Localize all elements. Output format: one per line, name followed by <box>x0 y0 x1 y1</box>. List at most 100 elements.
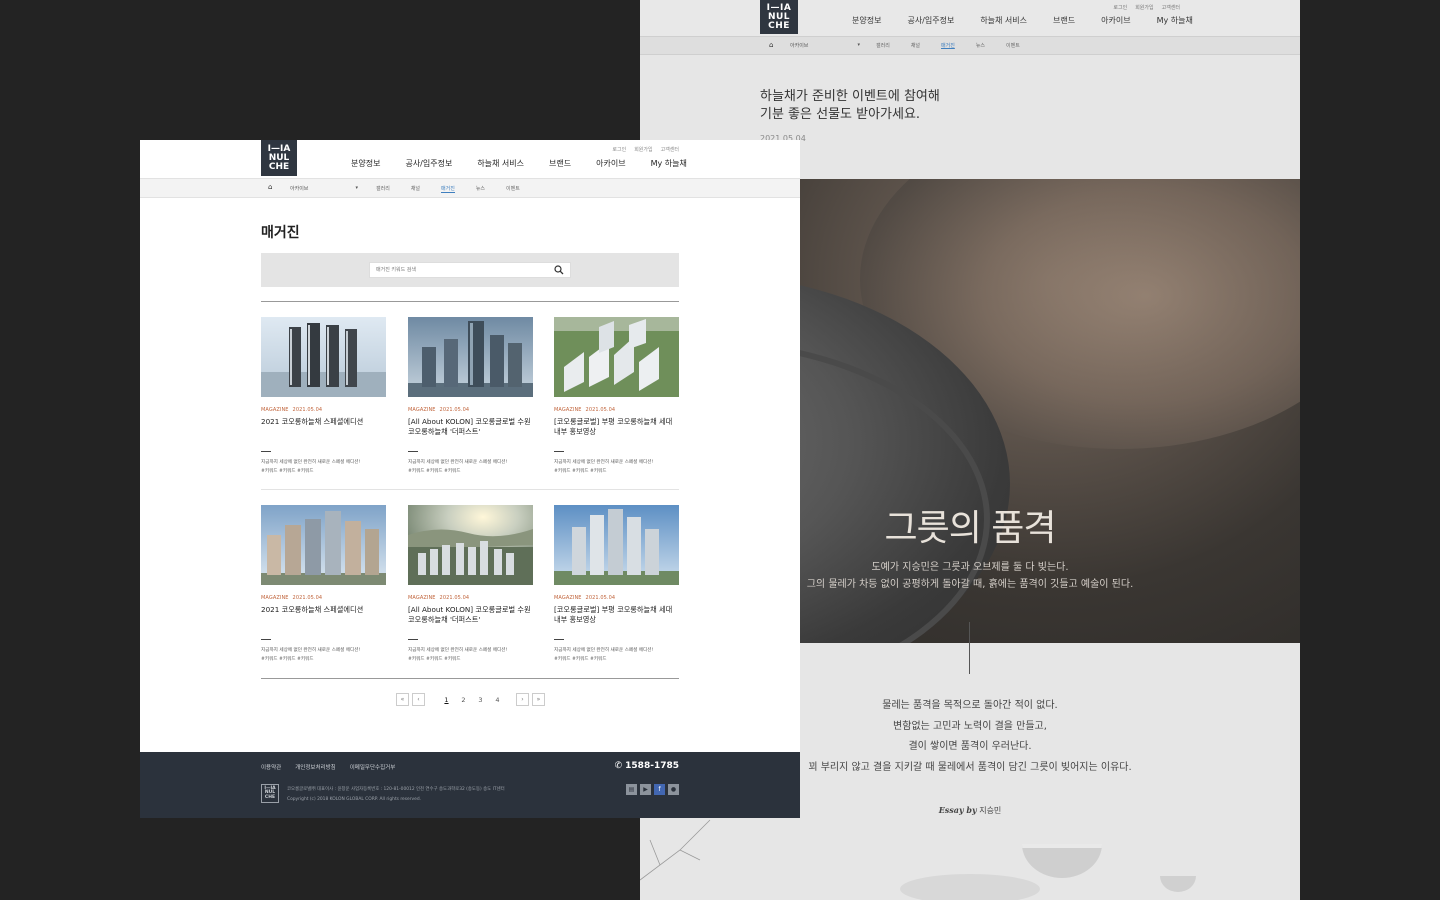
magazine-card[interactable]: MAGAZINE 2021.05.04 2021 코오롱하늘채 스페셜에디션 지금… <box>261 317 386 476</box>
card-thumbnail[interactable] <box>554 317 679 397</box>
magazine-card[interactable]: MAGAZINE 2021.05.04 [All About KOLON] 코오롱… <box>408 505 533 664</box>
section-select-value: 아카이브 <box>790 43 809 49</box>
card-category: MAGAZINE <box>261 407 289 413</box>
nav-item[interactable]: 분양정보 <box>852 15 881 26</box>
facebook-icon[interactable]: f <box>654 784 665 795</box>
magazine-card[interactable]: MAGAZINE 2021.05.04 2021 코오롱하늘채 스페셜에디션 지금… <box>261 505 386 664</box>
page-number[interactable]: 4 <box>489 696 506 704</box>
nav-item-brand[interactable]: 브랜드 <box>549 158 571 169</box>
signup-link[interactable]: 회원가입 <box>1135 4 1153 11</box>
nav-item[interactable]: 하늘채 서비스 <box>980 15 1027 26</box>
card-title[interactable]: [All About KOLON] 코오롱글로벌 수원 코오롱하늘채 '더퍼스트… <box>408 417 533 445</box>
signup-link[interactable]: 회원가입 <box>634 146 652 153</box>
card-divider <box>408 451 418 452</box>
card-category: MAGAZINE <box>554 595 582 601</box>
card-title[interactable]: [코오롱글로벌] 부평 코오롱하늘채 세대 내부 홍보영상 <box>554 417 679 445</box>
card-thumbnail[interactable] <box>554 505 679 585</box>
prev-page-button[interactable]: ‹ <box>412 693 425 706</box>
home-icon[interactable]: ⌂ <box>769 41 773 49</box>
sub-tab-event[interactable]: 이벤트 <box>506 185 520 193</box>
page-number[interactable]: 2 <box>455 696 472 704</box>
support-link[interactable]: 고객센터 <box>661 146 679 153</box>
home-icon[interactable]: ⌂ <box>268 183 272 191</box>
youtube-icon[interactable]: ▶ <box>640 784 651 795</box>
sub-tab-gallery[interactable]: 갤러리 <box>876 42 890 49</box>
terms-link[interactable]: 이용약관 <box>261 763 281 771</box>
card-meta: MAGAZINE 2021.05.04 <box>554 595 679 601</box>
logo-line: CHE <box>268 161 290 172</box>
page-number[interactable]: 3 <box>472 696 489 704</box>
sub-tab-channel[interactable]: 채널 <box>911 42 920 49</box>
card-meta: MAGAZINE 2021.05.04 <box>554 407 679 413</box>
logo-line: CHE <box>768 20 790 31</box>
login-link[interactable]: 로그인 <box>1113 4 1127 11</box>
card-thumbnail[interactable] <box>408 505 533 585</box>
nav-item-service[interactable]: 하늘채 서비스 <box>477 158 524 169</box>
card-meta: MAGAZINE 2021.05.04 <box>408 407 533 413</box>
sub-nav: ⌂ 아카이브 ▾ 갤러리 채널 매거진 뉴스 이벤트 <box>140 178 800 198</box>
sub-tab-news[interactable]: 뉴스 <box>476 185 485 193</box>
customer-phone: ✆ 1588-1785 <box>615 761 679 771</box>
blog-icon[interactable]: ▤ <box>626 784 637 795</box>
section-select[interactable]: 아카이브 ▾ <box>790 42 860 49</box>
first-page-button[interactable]: « <box>396 693 409 706</box>
next-page-button[interactable]: › <box>516 693 529 706</box>
cup-shape <box>1160 876 1196 892</box>
caret-down-icon: ▾ <box>355 185 358 191</box>
nav-item[interactable]: 아카이브 <box>1101 15 1130 26</box>
search-input[interactable] <box>369 262 571 278</box>
card-desc: 지금까지 세상에 없던 완전히 새로운 스페셜 에디션! #키워드 #키워드 #… <box>261 646 386 664</box>
row-divider <box>261 489 679 490</box>
kakao-icon[interactable]: ● <box>668 784 679 795</box>
sub-tab-news[interactable]: 뉴스 <box>976 42 985 49</box>
list-top-rule <box>261 301 679 302</box>
sub-tab-gallery[interactable]: 갤러리 <box>376 185 390 193</box>
nav-item-construction[interactable]: 공사/입주정보 <box>405 158 452 169</box>
support-link[interactable]: 고객센터 <box>1162 4 1180 11</box>
privacy-link[interactable]: 개인정보처리방침 <box>295 763 335 771</box>
sub-tab-event[interactable]: 이벤트 <box>1006 42 1020 49</box>
magazine-card[interactable]: MAGAZINE 2021.05.04 [All About KOLON] 코오롱… <box>408 317 533 476</box>
card-title[interactable]: [All About KOLON] 코오롱글로벌 수원 코오롱하늘채 '더퍼스트… <box>408 605 533 633</box>
search-icon[interactable] <box>554 265 564 275</box>
utility-links: 로그인 회원가입 고객센터 <box>1113 4 1180 11</box>
card-tags: #키워드 #키워드 #키워드 <box>261 469 314 474</box>
nav-item-my[interactable]: My 하늘채 <box>651 158 687 169</box>
magazine-card[interactable]: MAGAZINE 2021.05.04 [코오롱글로벌] 부평 코오롱하늘채 세대… <box>554 317 679 476</box>
pagination: « ‹ 1 2 3 4 › » <box>396 693 548 706</box>
card-title[interactable]: [코오롱글로벌] 부평 코오롱하늘채 세대 내부 홍보영상 <box>554 605 679 633</box>
nav-item[interactable]: 브랜드 <box>1053 15 1075 26</box>
brand-logo[interactable]: I—IA NUL CHE <box>760 0 798 34</box>
card-date: 2021.05.04 <box>439 407 470 413</box>
card-thumbnail[interactable] <box>261 505 386 585</box>
section-select[interactable]: 아카이브 ▾ <box>290 185 358 192</box>
event-intro: 하늘채가 준비한 이벤트에 참여해 기분 좋은 선물도 받아가세요. <box>760 88 940 124</box>
brand-logo[interactable]: I—IA NUL CHE <box>261 140 297 176</box>
card-date: 2021.05.04 <box>585 595 616 601</box>
card-tags: #키워드 #키워드 #키워드 <box>554 469 607 474</box>
logo-line: CHE <box>264 794 276 800</box>
email-policy-link[interactable]: 이메일무단수집거부 <box>350 763 396 771</box>
magazine-page: I—IA NUL CHE 로그인 회원가입 고객센터 분양정보 공사/입주정보 … <box>140 140 800 818</box>
nav-item-sales[interactable]: 분양정보 <box>351 158 380 169</box>
card-title[interactable]: 2021 코오롱하늘채 스페셜에디션 <box>261 605 386 633</box>
login-link[interactable]: 로그인 <box>612 146 626 153</box>
last-page-button[interactable]: » <box>532 693 545 706</box>
card-desc: 지금까지 세상에 없던 완전히 새로운 스페셜 에디션! #키워드 #키워드 #… <box>408 458 533 476</box>
magazine-card[interactable]: MAGAZINE 2021.05.04 [코오롱글로벌] 부평 코오롱하늘채 세대… <box>554 505 679 664</box>
caret-down-icon: ▾ <box>857 42 860 48</box>
card-meta: MAGAZINE 2021.05.04 <box>408 595 533 601</box>
nav-item[interactable]: 공사/입주정보 <box>907 15 954 26</box>
card-thumbnail[interactable] <box>408 317 533 397</box>
sub-tab-channel[interactable]: 채널 <box>411 185 420 193</box>
card-title[interactable]: 2021 코오롱하늘채 스페셜에디션 <box>261 417 386 445</box>
sub-tabs: 갤러리 채널 매거진 뉴스 이벤트 <box>876 42 1041 49</box>
footer: 이용약관 개인정보처리방침 이메일무단수집거부 ✆ 1588-1785 I—IA… <box>140 752 800 818</box>
sub-tab-magazine[interactable]: 매거진 <box>441 185 455 193</box>
nav-item[interactable]: My 하늘채 <box>1157 15 1193 26</box>
card-thumbnail[interactable] <box>261 317 386 397</box>
page-number[interactable]: 1 <box>438 696 455 704</box>
sub-tab-magazine[interactable]: 매거진 <box>941 42 955 49</box>
card-date: 2021.05.04 <box>292 407 323 413</box>
nav-item-archive[interactable]: 아카이브 <box>596 158 625 169</box>
